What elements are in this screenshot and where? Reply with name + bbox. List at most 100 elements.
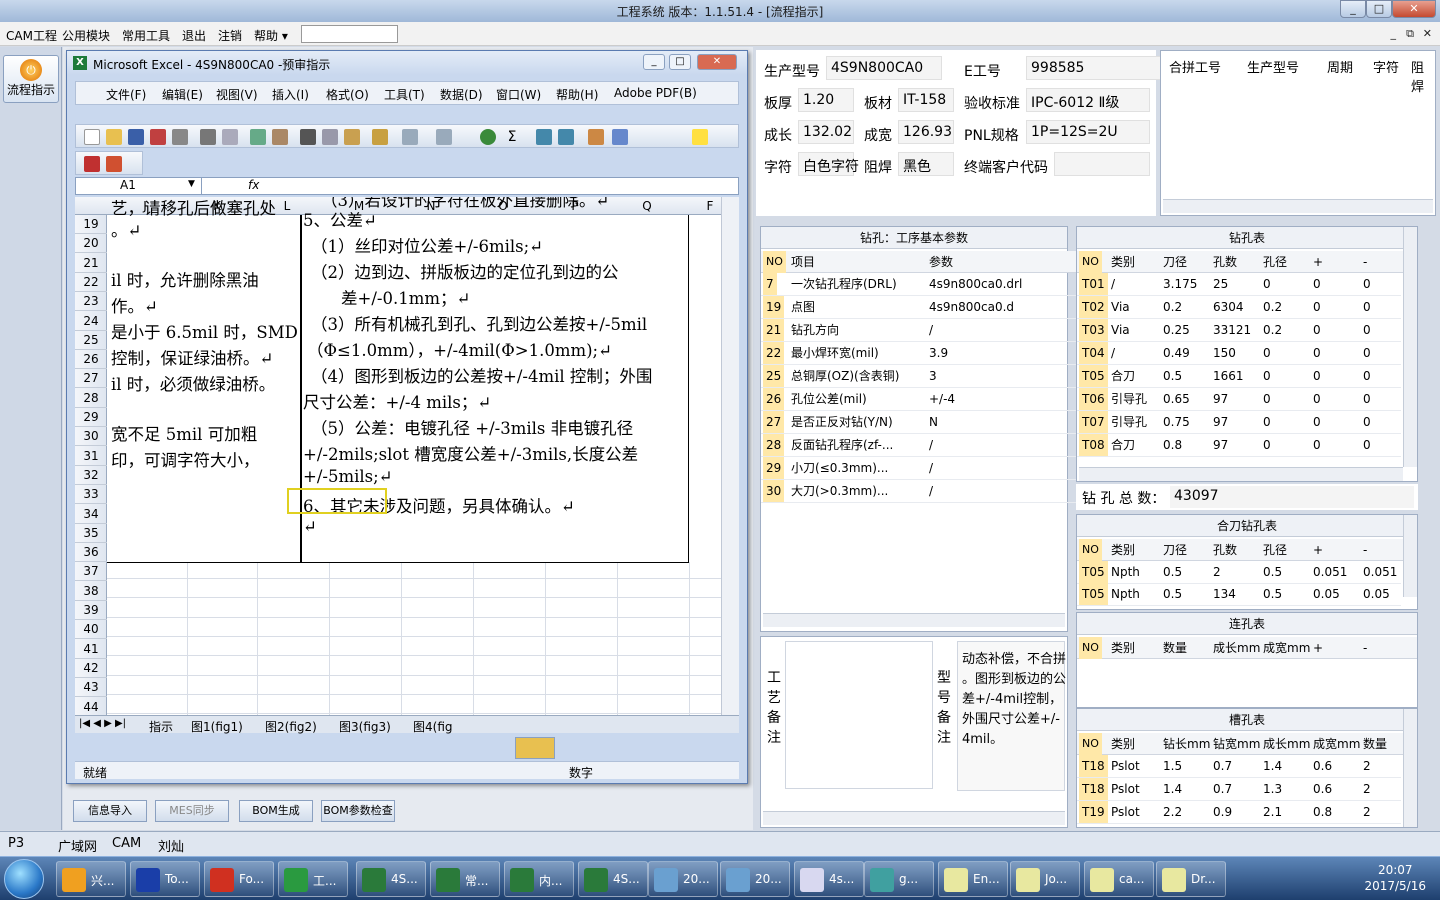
- table-row[interactable]: T05 Npth 0.5 134 0.5 0.05 0.05: [1077, 583, 1401, 606]
- row-header[interactable]: 33: [75, 485, 107, 505]
- taskbar-item[interactable]: En...: [938, 861, 1008, 897]
- table-header-cell[interactable]: 成宽mm: [1263, 637, 1310, 659]
- namebox-dropdown-icon[interactable]: ▼: [188, 179, 195, 189]
- table-row[interactable]: 30 大刀(>0.3mm)... /: [761, 480, 1085, 503]
- taskbar-item[interactable]: 兴...: [56, 861, 126, 897]
- table-row[interactable]: 22 最小焊环宽(mil) 3.9: [761, 342, 1085, 365]
- slot-vertical-scrollbar[interactable]: [1403, 709, 1417, 827]
- table-row[interactable]: T06 引导孔 0.65 97 0 0 0: [1077, 388, 1401, 411]
- row-header[interactable]: 28: [75, 389, 107, 408]
- worksheet-grid[interactable]: J K L M N O P Q F 19 20 21 22 23 24 25 26 27 28 29…: [75, 197, 739, 717]
- sheet-tab[interactable]: 图4(fig: [413, 718, 453, 735]
- drawing-icon[interactable]: [612, 129, 628, 145]
- excel-menu-edit[interactable]: 编辑(E): [162, 86, 203, 103]
- row-header[interactable]: 30: [75, 427, 107, 447]
- table-row[interactable]: T01/ 3.175 25 0 0 0: [1077, 273, 1401, 296]
- table-header-cell[interactable]: 成宽mm: [1313, 733, 1360, 755]
- table-header-cell[interactable]: 类别: [1111, 733, 1135, 755]
- table-row[interactable]: T03 Via 0.25 33121 0.2 0 0: [1077, 319, 1401, 342]
- excel-restore-button[interactable]: □: [669, 54, 691, 70]
- row-header[interactable]: 34: [75, 505, 107, 524]
- table-header-cell[interactable]: 类别: [1111, 251, 1135, 273]
- table-header-cell[interactable]: -: [1363, 637, 1367, 659]
- merge-column-header[interactable]: 阻焊: [1411, 57, 1435, 95]
- merge-column-header[interactable]: 合拼工号: [1169, 57, 1221, 76]
- table-row[interactable]: T04/ 0.49 150 0 0 0: [1077, 342, 1401, 365]
- table-row[interactable]: 25 总铜厚(OZ)(含表铜) 3: [761, 365, 1085, 388]
- name-box[interactable]: A1: [76, 178, 202, 194]
- row-header[interactable]: 42: [75, 659, 107, 678]
- column-header[interactable]: Q: [617, 199, 677, 213]
- taskbar-item[interactable]: 内...: [504, 861, 574, 897]
- table-row[interactable]: T02 Via 0.2 6304 0.2 0 0: [1077, 296, 1401, 319]
- research-icon[interactable]: [272, 129, 288, 145]
- row-header[interactable]: 32: [75, 466, 107, 485]
- table-header-cell[interactable]: 类别: [1111, 539, 1135, 561]
- copy-icon[interactable]: [322, 129, 338, 145]
- menu-tools[interactable]: 常用工具: [122, 27, 170, 44]
- fx-icon[interactable]: fx: [248, 178, 259, 192]
- row-header[interactable]: 40: [75, 620, 107, 640]
- table-header-cell[interactable]: +: [1313, 251, 1323, 273]
- mdi-minimize-button[interactable]: _: [1391, 27, 1397, 40]
- table-row[interactable]: T18 Pslot 1.4 0.7 1.3 0.6 2: [1077, 778, 1401, 801]
- sheet-tab[interactable]: 图2(fig2): [265, 718, 317, 735]
- row-header[interactable]: 31: [75, 447, 107, 466]
- model-note-textarea[interactable]: 动态补偿，不合拼 。图形到板边的公 差+/-4mil控制， 外围尺寸公差+/- 4mil…: [957, 641, 1066, 791]
- table-header-cell[interactable]: NO: [1079, 637, 1102, 659]
- taskbar-item[interactable]: 20...: [720, 861, 790, 897]
- row-header[interactable]: 23: [75, 292, 107, 312]
- save-icon[interactable]: [128, 129, 144, 145]
- row-header[interactable]: 19: [75, 215, 107, 234]
- open-icon[interactable]: [106, 129, 122, 145]
- row-header[interactable]: 38: [75, 582, 107, 601]
- row-header[interactable]: 26: [75, 350, 107, 370]
- fill-color-icon[interactable]: [692, 129, 708, 145]
- process-note-textarea[interactable]: [785, 641, 933, 789]
- row-header[interactable]: 37: [75, 562, 107, 582]
- row-header[interactable]: 22: [75, 273, 107, 292]
- taskbar-item[interactable]: g...: [864, 861, 934, 897]
- table-header-cell[interactable]: -: [1363, 251, 1367, 273]
- excel-menu-view[interactable]: 视图(V): [216, 86, 258, 103]
- merge-horizontal-scrollbar[interactable]: [1163, 199, 1433, 213]
- excel-menu-adobe[interactable]: Adobe PDF(B): [614, 86, 697, 100]
- table-header-cell[interactable]: NO: [1079, 251, 1102, 273]
- table-header-cell[interactable]: 项目: [791, 251, 815, 273]
- excel-menu-file[interactable]: 文件(F): [106, 86, 146, 103]
- table-row[interactable]: T05 合刀 0.5 1661 0 0 0: [1077, 365, 1401, 388]
- table-header-cell[interactable]: 参数: [929, 251, 953, 273]
- pdf-convert-icon[interactable]: [84, 156, 100, 172]
- new-icon[interactable]: [84, 129, 100, 145]
- taskbar-item[interactable]: 4s...: [794, 861, 864, 897]
- table-header-cell[interactable]: 刀径: [1163, 251, 1187, 273]
- table-header-cell[interactable]: 孔径: [1263, 539, 1287, 561]
- paste-icon[interactable]: [344, 129, 360, 145]
- row-header[interactable]: 35: [75, 524, 107, 543]
- drill-vertical-scrollbar[interactable]: [1403, 227, 1417, 467]
- menu-help[interactable]: 帮助 ▾: [254, 27, 288, 44]
- row-header[interactable]: 25: [75, 331, 107, 350]
- params-horizontal-scrollbar[interactable]: [763, 613, 1065, 627]
- table-header-cell[interactable]: 刀径: [1163, 539, 1187, 561]
- menu-cam[interactable]: CAM工程: [6, 27, 57, 44]
- hyperlink-icon[interactable]: [480, 129, 496, 145]
- autosum-icon[interactable]: Σ: [504, 129, 520, 145]
- table-header-cell[interactable]: NO: [763, 251, 786, 273]
- row-header[interactable]: 24: [75, 312, 107, 331]
- minimize-button[interactable]: _: [1340, 0, 1366, 18]
- row-header[interactable]: 21: [75, 254, 107, 273]
- table-header-cell[interactable]: +: [1313, 539, 1323, 561]
- print-icon[interactable]: [200, 129, 216, 145]
- taskbar-item[interactable]: 工...: [278, 861, 348, 897]
- table-header-cell[interactable]: -: [1363, 539, 1367, 561]
- worksheet-vertical-scrollbar[interactable]: [721, 197, 739, 717]
- mail-icon[interactable]: [172, 129, 188, 145]
- row-header[interactable]: 29: [75, 408, 107, 427]
- table-header-cell[interactable]: 孔数: [1213, 251, 1237, 273]
- table-header-cell[interactable]: 成长mm: [1213, 637, 1260, 659]
- table-row[interactable]: 29 小刀(≤0.3mm)... /: [761, 457, 1085, 480]
- table-header-cell[interactable]: 孔径: [1263, 251, 1287, 273]
- menu-exit[interactable]: 退出: [182, 27, 206, 44]
- sort-descending-icon[interactable]: [558, 129, 574, 145]
